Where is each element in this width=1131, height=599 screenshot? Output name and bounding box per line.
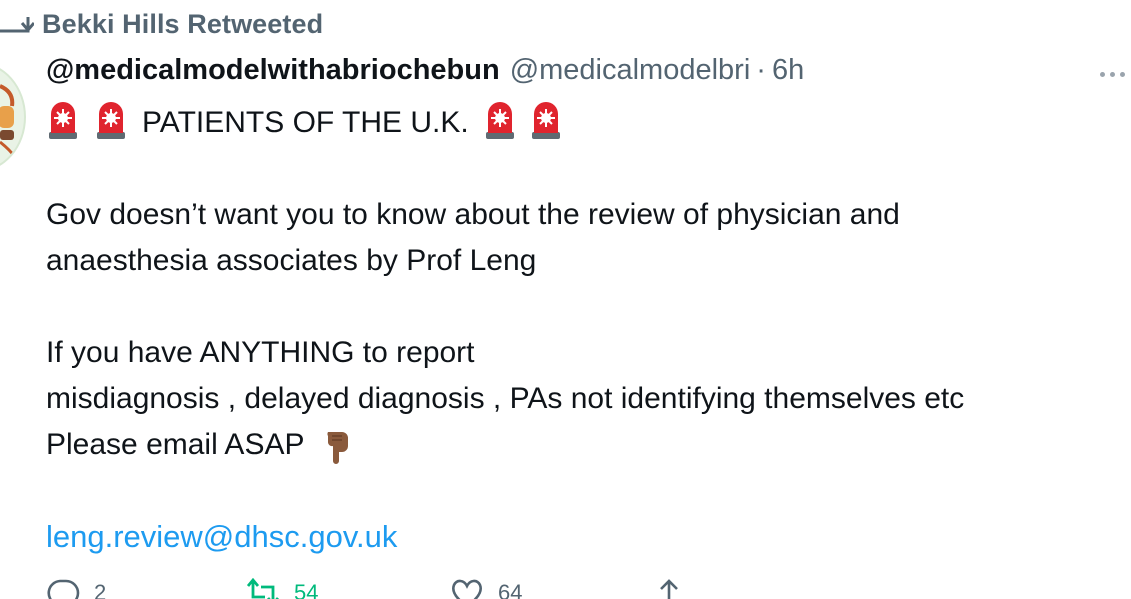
share-button[interactable] — [652, 578, 686, 599]
tweet-timestamp[interactable]: 6h — [772, 54, 804, 87]
more-dot-icon — [1110, 71, 1115, 77]
more-dot-icon — [1100, 71, 1105, 77]
more-options-button[interactable] — [1100, 62, 1131, 86]
tweet-line: Please email ASAP — [46, 428, 305, 461]
retweet-icon — [246, 578, 280, 599]
tweet-line: anaesthesia associates by Prof Leng — [46, 244, 537, 277]
tweet-line-with-emoji: Please email ASAP — [46, 422, 1126, 468]
like-button[interactable]: 64 — [450, 578, 522, 599]
siren-emoji-icon — [485, 102, 514, 139]
tweet-line: Gov doesn’t want you to know about the r… — [46, 198, 900, 231]
like-count: 64 — [498, 580, 523, 599]
reply-icon — [47, 579, 80, 599]
retweet-count: 54 — [294, 580, 319, 599]
author-display-name[interactable]: @medicalmodelwithabriochebun — [46, 54, 500, 87]
share-icon — [660, 579, 678, 599]
email-link[interactable]: leng.review@dhsc.gov.uk — [46, 519, 397, 554]
avatar-image — [0, 84, 16, 157]
tweet-text: PATIENTS OF THE U.K. Gov doesn’t want yo… — [46, 100, 1126, 560]
reply-count: 2 — [94, 580, 107, 599]
retweeted-by-label: Bekki Hills Retweeted — [42, 8, 324, 39]
retweet-icon — [0, 17, 34, 33]
siren-emoji-icon — [531, 102, 560, 139]
avatar[interactable] — [0, 62, 26, 172]
tweet-card[interactable]: Bekki Hills Retweeted @medicalmodelwitha… — [0, 0, 1131, 599]
pointing-down-emoji-icon — [327, 432, 349, 464]
retweet-context: Bekki Hills Retweeted — [0, 6, 323, 42]
separator-dot: · — [756, 54, 766, 86]
tweet-headline-line: PATIENTS OF THE U.K. — [46, 100, 1126, 146]
email-link-line: leng.review@dhsc.gov.uk — [46, 514, 1126, 560]
tweet-header: @medicalmodelwithabriochebun @medicalmod… — [46, 54, 804, 94]
siren-emoji-icon — [97, 102, 125, 139]
author-handle[interactable]: @medicalmodelbri — [510, 54, 751, 87]
siren-emoji-icon — [49, 102, 77, 139]
tweet-line: misdiagnosis , delayed diagnosis , PAs n… — [46, 382, 965, 415]
heart-icon — [452, 579, 482, 599]
more-dot-icon — [1120, 71, 1125, 77]
reply-button[interactable]: 2 — [46, 578, 106, 599]
tweet-line: If you have ANYTHING to report — [46, 336, 475, 369]
retweet-button[interactable]: 54 — [246, 578, 318, 599]
tweet-headline: PATIENTS OF THE U.K. — [142, 106, 469, 139]
